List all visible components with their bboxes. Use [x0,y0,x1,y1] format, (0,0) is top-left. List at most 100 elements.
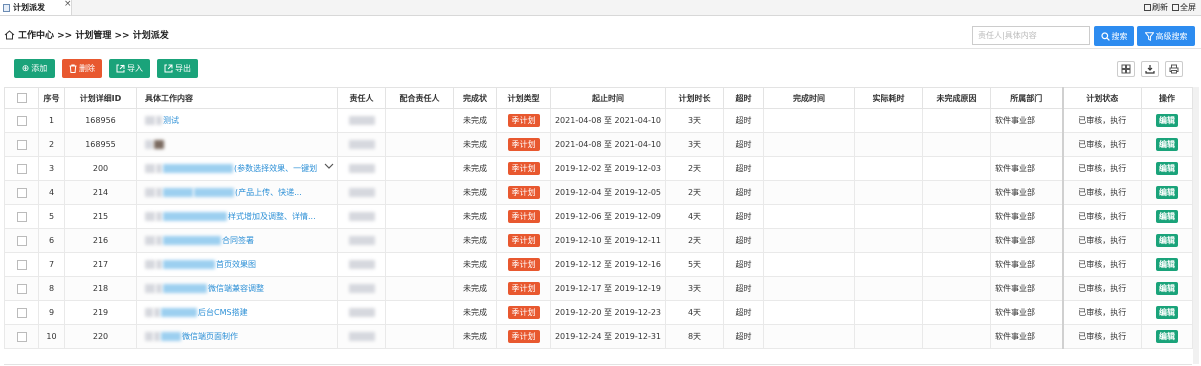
blurred-text [161,308,197,317]
work-content-link[interactable]: (参数选择效果、一键划 [234,164,317,173]
delete-button[interactable]: 删除 [62,59,102,78]
table-row[interactable]: 8 218 微信端兼容调整 未完成 季计划 2019-12-17 至 2019-12-19… [4,276,1193,301]
col-header[interactable]: 实际耗时 [854,87,923,109]
table-row[interactable]: 4 214 (产品上传、快递... 未完成 季计划 2019-12-04 至 2019-1… [4,180,1193,205]
blurred-text [163,236,221,245]
plan-type-cell: 季计划 [496,276,551,301]
col-header[interactable]: 完成状 [453,87,497,109]
row-number: 7 [38,252,65,277]
col-header[interactable]: 未完成原因 [922,87,991,109]
work-content-link[interactable]: 微信端兼容调整 [208,284,264,293]
chevron-down-icon[interactable] [324,162,334,170]
col-header[interactable]: 计划状态 [1061,87,1142,109]
export-file-button[interactable] [1141,61,1159,77]
col-header[interactable]: 配合责任人 [385,87,454,109]
tab-plan-dispatch[interactable]: 计划派发 × [0,0,72,15]
col-header[interactable]: 具体工作内容 [136,87,338,109]
col-header[interactable]: 序号 [38,87,65,109]
select-all-checkbox[interactable] [16,93,27,103]
table-row[interactable]: 7 217 首页效果图 未完成 季计划 2019-12-12 至 2019-12-16 5天… [4,252,1193,277]
col-header[interactable]: 操作 [1141,87,1193,109]
fullscreen-button[interactable]: 全屏 [1172,2,1196,13]
import-button[interactable]: 导入 [109,59,150,78]
row-checkbox[interactable] [16,211,27,222]
row-checkbox[interactable] [16,163,27,174]
work-content-link[interactable]: 合同签署 [222,236,254,245]
co-responsible-cell [385,252,454,277]
responsible-cell [337,252,386,277]
edit-button[interactable]: 编辑 [1156,234,1178,247]
close-icon[interactable]: × [64,0,72,9]
refresh-button[interactable]: 刷新 [1144,2,1168,13]
edit-button[interactable]: 编辑 [1156,210,1178,223]
table-row[interactable]: 6 216 合同签署 未完成 季计划 2019-12-10 至 2019-12-11 2天超… [4,228,1193,253]
work-content-link[interactable]: 测试 [163,116,179,125]
edit-button[interactable]: 编辑 [1156,282,1178,295]
completion-time [763,180,855,205]
plan-type-cell: 季计划 [496,132,551,157]
completion-time [763,276,855,301]
col-header[interactable]: 计划时长 [665,87,724,109]
edit-button[interactable]: 编辑 [1156,186,1178,199]
table-row[interactable]: 1 168956 测试 未完成 季计划 2021-04-08 至 2021-04-10 3天… [4,108,1193,133]
table-row[interactable]: 5 215 样式增加及调整、详情... 未完成 季计划 2019-12-06 至 2019… [4,204,1193,229]
work-content-link[interactable]: (产品上传、快递... [235,188,302,197]
search-button[interactable]: 搜索 [1094,26,1134,46]
col-header[interactable]: 责任人 [337,87,386,109]
actual-time [854,252,923,277]
edit-button[interactable]: 编辑 [1156,162,1178,175]
col-header[interactable]: 计划类型 [496,87,551,109]
row-checkbox[interactable] [16,307,27,318]
actual-time [854,108,923,133]
col-header[interactable]: 起止时间 [550,87,666,109]
overtime: 超时 [723,132,764,157]
work-content-link[interactable]: 后台CMS搭建 [198,308,248,317]
actual-time [854,276,923,301]
edit-button[interactable]: 编辑 [1156,114,1178,127]
work-content-link[interactable]: 首页效果图 [216,260,256,269]
page-icon [3,3,10,12]
plan-table: 序号 计划详细ID 具体工作内容 责任人 配合责任人 完成状 计划类型 起止时间… [4,87,1193,349]
search-icon [1100,31,1110,41]
unfinished-reason [922,180,991,205]
add-button[interactable]: ⊕ 添加 [14,59,55,78]
print-button[interactable] [1165,61,1183,77]
export-button[interactable]: 导出 [157,59,198,78]
work-content-link[interactable]: 样式增加及调整、详情... [228,212,316,221]
blurred-text [161,332,181,341]
col-header[interactable]: 所属部门 [990,87,1063,109]
edit-button[interactable]: 编辑 [1156,330,1178,343]
edit-button[interactable]: 编辑 [1156,138,1178,151]
department: 软件事业部 [990,276,1063,301]
row-checkbox[interactable] [16,331,27,342]
home-icon [4,29,15,39]
col-header[interactable]: 超时 [723,87,764,109]
row-checkbox[interactable] [16,283,27,294]
row-checkbox[interactable] [16,187,27,198]
checkbox-cell [4,252,39,277]
work-content-link[interactable]: 微信端页面制作 [182,332,238,341]
row-checkbox[interactable] [16,115,27,126]
row-checkbox[interactable] [16,235,27,246]
period: 2019-12-24 至 2019-12-31 [550,324,666,349]
breadcrumb-text: 工作中心 >> 计划管理 >> 计划派发 [18,31,169,41]
row-checkbox[interactable] [16,139,27,150]
edit-button[interactable]: 编辑 [1156,306,1178,319]
advanced-search-button[interactable]: 高级搜索 [1137,26,1195,46]
search-input[interactable] [972,26,1090,45]
table-row[interactable]: 9 219 后台CMS搭建 未完成 季计划 2019-12-20 至 2019-12-23… [4,300,1193,325]
table-row[interactable]: 2 168955 未完成 季计划 2021-04-08 至 2021-04-10 3天 超时… [4,132,1193,157]
col-header[interactable]: 完成时间 [763,87,855,109]
table-row[interactable]: 3 200 (参数选择效果、一键划 未完成 季计划 2019-12-02 至 2019-1… [4,156,1193,181]
columns-button[interactable] [1117,61,1135,77]
vertical-scrollbar[interactable] [1193,87,1199,364]
table-row[interactable]: 10 220 微信端页面制作 未完成 季计划 2019-12-24 至 2019-12-3… [4,324,1193,349]
blurred-name [348,140,375,149]
plan-type-cell: 季计划 [496,324,551,349]
edit-button[interactable]: 编辑 [1156,258,1178,271]
department: 软件事业部 [990,156,1063,181]
blurred-text [154,332,160,341]
col-header[interactable]: 计划详细ID [64,87,137,109]
row-checkbox[interactable] [16,259,27,270]
completion-status: 未完成 [453,252,497,277]
